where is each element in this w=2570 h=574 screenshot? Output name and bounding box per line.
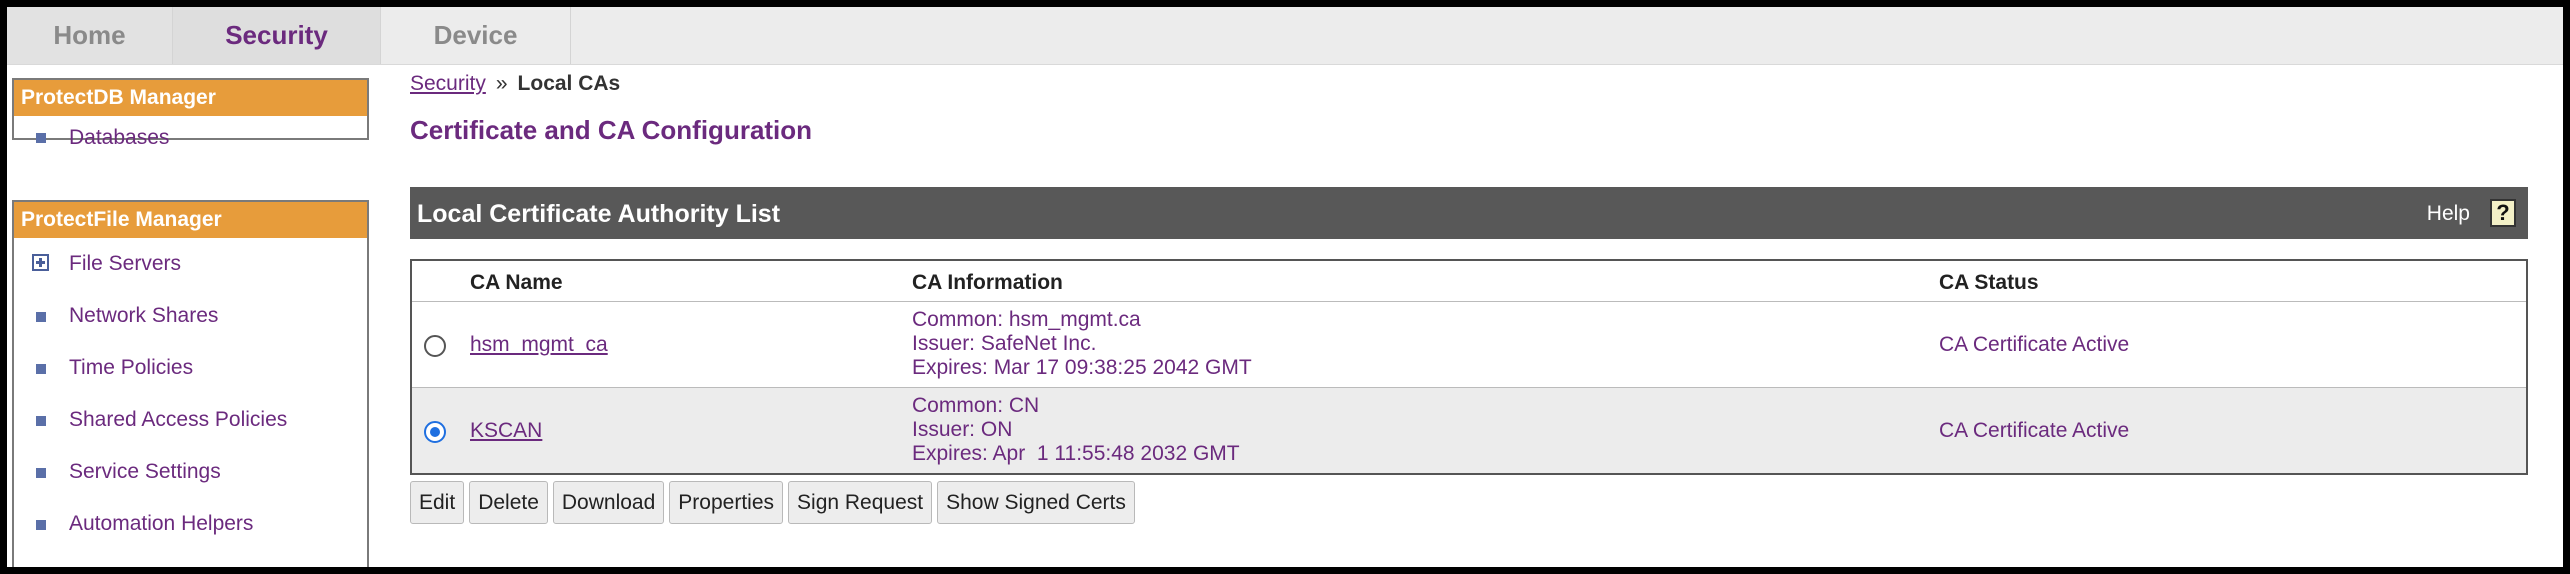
bullet-icon [36,364,46,374]
table-row: hsm_mgmt_ca Common: hsm_mgmt.ca Issuer: … [412,302,2526,388]
ca-common: Common: CN [912,394,1040,417]
ca-issuer: Issuer: SafeNet Inc. [912,332,1097,355]
sidebar-item-automation-helpers[interactable]: Automation Helpers [14,498,367,550]
expand-plus-icon[interactable] [32,254,49,271]
row-select-radio[interactable] [424,421,446,443]
breadcrumb-link-security[interactable]: Security [410,72,486,95]
sidebar-item-label: Automation Helpers [69,512,254,535]
sidebar-item-label: Time Policies [69,356,194,379]
ca-information: Common: hsm_mgmt.ca Issuer: SafeNet Inc.… [912,308,1252,380]
bullet-icon [36,520,46,530]
sidebar-item-label: Network Shares [69,304,219,327]
ca-common: Common: hsm_mgmt.ca [912,308,1141,331]
help-link[interactable]: Help [2427,202,2470,226]
sidebar-item-service-settings[interactable]: Service Settings [14,446,367,498]
ca-issuer: Issuer: ON [912,418,1013,441]
sidebar-protectdb-header: ProtectDB Manager [14,80,367,116]
sidebar-item-shared-access-policies[interactable]: Shared Access Policies [14,394,367,446]
column-header-ca-status: CA Status [1939,271,2039,294]
breadcrumb: Security » Local CAs [410,72,620,96]
download-button[interactable]: Download [552,481,665,524]
bullet-icon [36,312,46,322]
sidebar-item-databases[interactable]: Databases [14,116,367,160]
show-signed-certs-button[interactable]: Show Signed Certs [937,481,1135,524]
ca-expires: Expires: Apr 1 11:55:48 2032 GMT [912,442,1240,465]
row-select-radio[interactable] [424,335,446,357]
sidebar-item-label: Databases [69,126,170,149]
breadcrumb-current: Local CAs [517,72,621,95]
list-title: Local Certificate Authority List [417,200,781,228]
top-tab-bar: Home Security Device [7,7,2563,65]
bullet-icon [36,133,46,143]
sidebar-item-label: Service Settings [69,460,221,483]
page-title: Certificate and CA Configuration [410,115,813,145]
ca-status: CA Certificate Active [1939,419,2130,442]
ca-name-link[interactable]: hsm_mgmt_ca [470,333,608,357]
action-button-bar: Edit Delete Download Properties Sign Req… [410,481,1135,524]
sidebar-protectfile-panel: ProtectFile Manager File Servers Network… [12,200,369,567]
ca-information: Common: CN Issuer: ON Expires: Apr 1 11:… [912,394,1240,466]
tab-device[interactable]: Device [381,7,571,64]
column-header-ca-name: CA Name [470,271,563,294]
sidebar-item-file-servers[interactable]: File Servers [14,238,367,290]
sidebar-item-network-shares[interactable]: Network Shares [14,290,367,342]
ca-expires: Expires: Mar 17 09:38:25 2042 GMT [912,356,1252,379]
ca-status: CA Certificate Active [1939,333,2130,356]
help-icon[interactable]: ? [2490,199,2516,227]
breadcrumb-separator: » [495,72,508,95]
column-header-ca-information: CA Information [912,271,1063,294]
sign-request-button[interactable]: Sign Request [788,481,933,524]
table-row: KSCAN Common: CN Issuer: ON Expires: Apr… [412,388,2526,473]
bullet-icon [36,416,46,426]
table-header-row: CA Name CA Information CA Status [412,261,2526,302]
app-window: Home Security Device ProtectDB Manager D… [7,7,2563,567]
properties-button[interactable]: Properties [669,481,784,524]
sidebar-item-label: Shared Access Policies [69,408,288,431]
delete-button[interactable]: Delete [469,481,548,524]
edit-button[interactable]: Edit [410,481,465,524]
ca-name-link[interactable]: KSCAN [470,419,542,443]
tab-security[interactable]: Security [173,7,381,64]
tab-home[interactable]: Home [7,7,173,64]
list-header-bar: Local Certificate Authority List Help ? [410,187,2528,239]
sidebar-item-label: File Servers [69,252,182,275]
sidebar-protectdb-panel: ProtectDB Manager Databases [12,78,369,149]
sidebar-item-time-policies[interactable]: Time Policies [14,342,367,394]
ca-table: CA Name CA Information CA Status hsm_mgm… [410,259,2528,475]
sidebar-protectfile-header: ProtectFile Manager [14,202,367,238]
bullet-icon [36,468,46,478]
